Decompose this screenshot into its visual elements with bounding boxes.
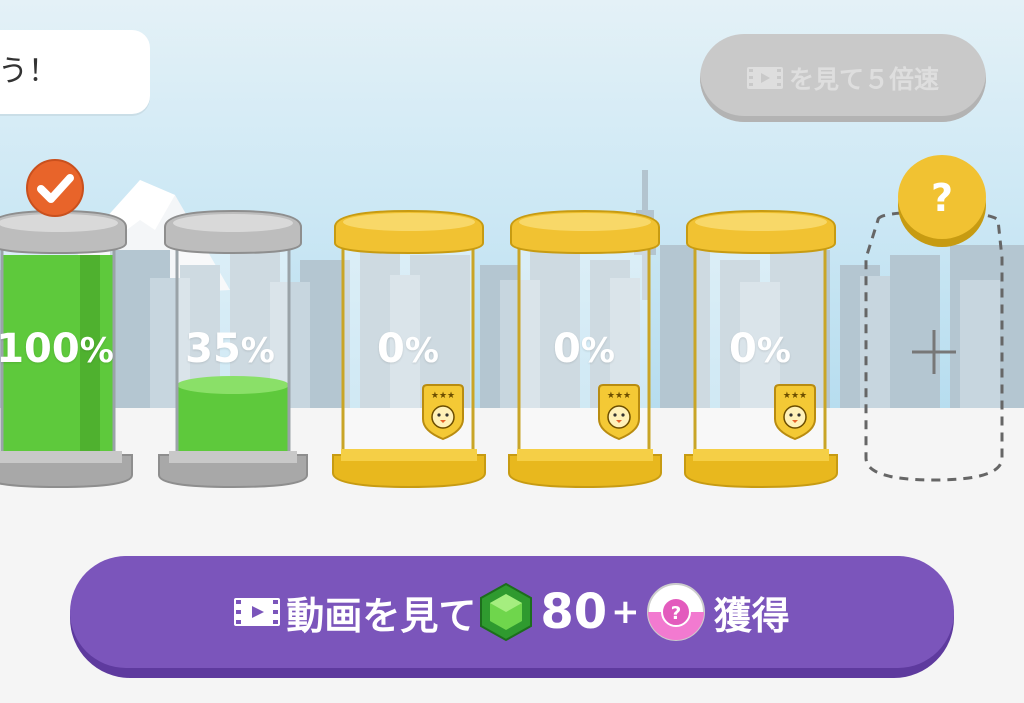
speed-button-label: を見て５倍速 [788,65,939,94]
add-slot-button[interactable] [862,208,1007,486]
jar-3-percent: 0% [377,326,439,372]
reward-suffix-text: 獲得 [713,593,790,638]
svg-text:★★★: ★★★ [607,391,631,401]
checkmark-icon [26,159,84,217]
green-gem-icon [480,582,533,642]
jar-2-percent: 35% [185,326,275,372]
plus-icon [912,330,956,374]
jar-5-percent: 0% [729,326,791,372]
video-film-icon [234,598,281,626]
reward-plus: + [611,592,640,632]
watch-video-reward-button[interactable]: 動画を見て 80 + ? 獲得 [70,556,954,668]
capsule-question-mark: ? [670,603,680,624]
svg-text:★★★: ★★★ [431,391,455,401]
jar-1-percent: 100% [0,326,114,372]
svg-text:★★★: ★★★ [783,391,807,401]
penguin-badge-icon: ★★★ [774,384,816,441]
speech-bubble-text: う！ [0,54,58,89]
watch-video-speed-button[interactable]: を見て５倍速 [700,34,986,122]
coin-question-mark: ? [931,176,953,220]
mystery-capsule-icon: ? [646,583,705,641]
penguin-badge-icon: ★★★ [598,384,640,441]
reward-prefix-text: 動画を見て [286,593,477,638]
reward-amount: 80 [540,584,608,640]
jar-4-percent: 0% [553,326,615,372]
mystery-coin-icon: ? [898,155,986,247]
penguin-badge-icon: ★★★ [422,384,464,441]
video-film-icon [746,67,783,89]
speech-bubble: う！ [0,30,150,114]
